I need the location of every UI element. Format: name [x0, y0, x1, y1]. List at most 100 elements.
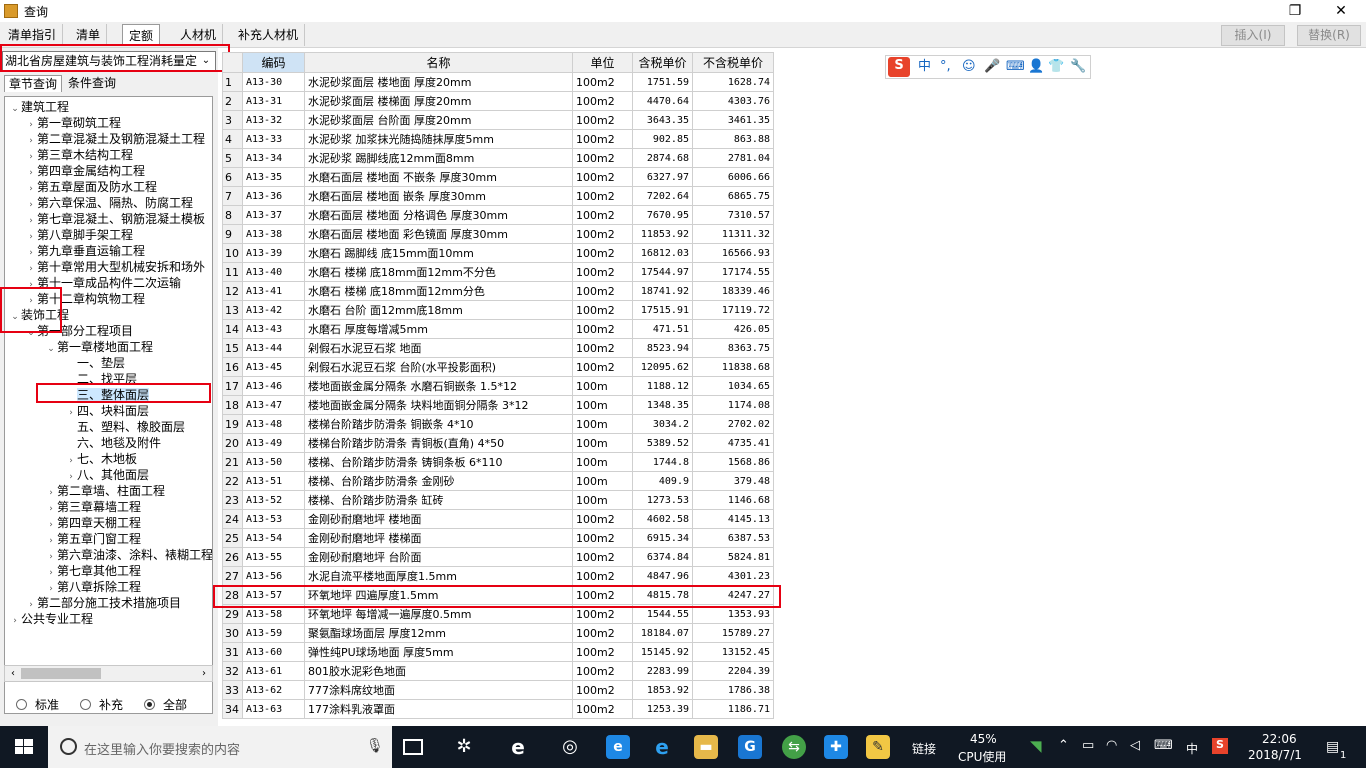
cell-code[interactable]: A13-45	[242, 357, 305, 377]
cell-notax-price[interactable]: 1628.74	[692, 72, 774, 92]
table-row[interactable]: 19 A13-48 楼梯台阶踏步防滑条 铜嵌条 4*10 100m 3034.2 2702…	[222, 414, 774, 434]
fan-app-icon[interactable]: ✲	[452, 735, 476, 759]
tab-condition-search[interactable]: 条件查询	[64, 75, 120, 92]
row-number[interactable]: 6	[222, 167, 243, 187]
cell-unit[interactable]: 100m2	[572, 72, 633, 92]
cell-unit[interactable]: 100m2	[572, 110, 633, 130]
cell-unit[interactable]: 100m2	[572, 167, 633, 187]
row-number[interactable]: 13	[222, 300, 243, 320]
browser-360-icon[interactable]: ◎	[558, 735, 582, 759]
table-row[interactable]: 8 A13-37 水磨石面层 楼地面 分格调色 厚度30mm 100m2 7670.95…	[222, 205, 774, 225]
cell-notax-price[interactable]: 1174.08	[692, 395, 774, 415]
cell-code[interactable]: A13-44	[242, 338, 305, 358]
cell-notax-price[interactable]: 1568.86	[692, 452, 774, 472]
tree-node[interactable]: › 第四章金属结构工程	[25, 163, 145, 179]
clock-time[interactable]: 22:06	[1262, 732, 1297, 746]
header-code[interactable]: 编码	[242, 52, 305, 73]
notification-icon[interactable]: ▤	[1326, 739, 1339, 755]
table-row[interactable]: 13 A13-42 水磨石 台阶 面12mm底18mm 100m2 17515.91 17…	[222, 300, 774, 320]
cell-notax-price[interactable]: 17119.72	[692, 300, 774, 320]
cell-unit[interactable]: 100m	[572, 395, 633, 415]
tree-node[interactable]: › 第十二章构筑物工程	[25, 291, 145, 307]
row-number[interactable]: 11	[222, 262, 243, 282]
ime-lang-indicator[interactable]: 中	[1186, 740, 1198, 757]
cell-tax-price[interactable]: 4470.64	[632, 91, 693, 111]
tray-up-icon[interactable]: ⌃	[1058, 738, 1069, 753]
cell-code[interactable]: A13-50	[242, 452, 305, 472]
tree-node[interactable]: › 第八章脚手架工程	[25, 227, 133, 243]
cell-notax-price[interactable]: 4735.41	[692, 433, 774, 453]
cell-notax-price[interactable]: 2204.39	[692, 661, 774, 681]
cell-notax-price[interactable]: 1786.38	[692, 680, 774, 700]
start-button[interactable]	[0, 726, 48, 768]
cell-name[interactable]: 水磨石面层 楼地面 不嵌条 厚度30mm	[304, 167, 573, 187]
cell-code[interactable]: A13-36	[242, 186, 305, 206]
row-number[interactable]: 23	[222, 490, 243, 510]
cell-notax-price[interactable]: 4301.23	[692, 566, 774, 586]
row-number[interactable]: 5	[222, 148, 243, 168]
ime-settings-icon[interactable]: 🔧	[1070, 58, 1086, 76]
table-row[interactable]: 6 A13-35 水磨石面层 楼地面 不嵌条 厚度30mm 100m2 6327.97 6…	[222, 167, 774, 187]
tree-node[interactable]: › 第九章垂直运输工程	[25, 243, 145, 259]
cell-code[interactable]: A13-61	[242, 661, 305, 681]
cell-tax-price[interactable]: 7670.95	[632, 205, 693, 225]
cell-code[interactable]: A13-40	[242, 262, 305, 282]
cell-unit[interactable]: 100m2	[572, 262, 633, 282]
internet-explorer-icon[interactable]: e	[650, 735, 674, 759]
row-number[interactable]: 8	[222, 205, 243, 225]
cell-code[interactable]: A13-33	[242, 129, 305, 149]
cell-tax-price[interactable]: 7202.64	[632, 186, 693, 206]
cell-name[interactable]: 777涂料席纹地面	[304, 680, 573, 700]
row-number[interactable]: 10	[222, 243, 243, 263]
cell-notax-price[interactable]: 15789.27	[692, 623, 774, 643]
row-number[interactable]: 24	[222, 509, 243, 529]
cell-unit[interactable]: 100m2	[572, 509, 633, 529]
tree-node[interactable]: › 第六章油漆、涂料、裱糊工程	[45, 547, 212, 563]
cell-tax-price[interactable]: 2283.99	[632, 661, 693, 681]
tree-node[interactable]: › 第二部分施工技术措施项目	[25, 595, 181, 611]
cell-tax-price[interactable]: 18184.07	[632, 623, 693, 643]
row-number[interactable]: 20	[222, 433, 243, 453]
tree-horizontal-scrollbar[interactable]: ‹ ›	[4, 665, 213, 682]
cell-code[interactable]: A13-48	[242, 414, 305, 434]
tree-node[interactable]: › 第七章混凝土、钢筋混凝土模板	[25, 211, 205, 227]
header-notax-price[interactable]: 不含税单价	[692, 52, 774, 73]
replace-button[interactable]: 替换(R)	[1297, 25, 1361, 46]
task-view-icon[interactable]	[403, 739, 423, 755]
cell-unit[interactable]: 100m	[572, 490, 633, 510]
table-row[interactable]: 31 A13-60 弹性纯PU球场地面 厚度5mm 100m2 15145.92 1315…	[222, 642, 774, 662]
cell-tax-price[interactable]: 8523.94	[632, 338, 693, 358]
cell-tax-price[interactable]: 1188.12	[632, 376, 693, 396]
cell-name[interactable]: 水泥砂浆 踢脚线底12mm面8mm	[304, 148, 573, 168]
row-number[interactable]: 2	[222, 91, 243, 111]
cell-tax-price[interactable]: 1544.55	[632, 604, 693, 624]
table-row[interactable]: 10 A13-39 水磨石 踢脚线 底15mm面10mm 100m2 16812.03 1…	[222, 243, 774, 263]
cell-code[interactable]: A13-54	[242, 528, 305, 548]
cell-notax-price[interactable]: 6387.53	[692, 528, 774, 548]
cell-tax-price[interactable]: 1253.39	[632, 699, 693, 719]
cell-unit[interactable]: 100m2	[572, 699, 633, 719]
cell-code[interactable]: A13-38	[242, 224, 305, 244]
cell-notax-price[interactable]: 3461.35	[692, 110, 774, 130]
cell-code[interactable]: A13-42	[242, 300, 305, 320]
tree-node[interactable]: ⌄ 装饰工程	[9, 307, 69, 323]
table-row[interactable]: 29 A13-58 环氧地坪 每增减一遍厚度0.5mm 100m2 1544.55 135…	[222, 604, 774, 624]
cell-unit[interactable]: 100m2	[572, 338, 633, 358]
cell-name[interactable]: 水磨石面层 楼地面 彩色镜面 厚度30mm	[304, 224, 573, 244]
cell-notax-price[interactable]: 1034.65	[692, 376, 774, 396]
cell-notax-price[interactable]: 1146.68	[692, 490, 774, 510]
ime-skin-icon[interactable]: 👕	[1048, 58, 1064, 76]
clock-date[interactable]: 2018/7/1	[1248, 748, 1302, 762]
cell-name[interactable]: 水磨石面层 楼地面 嵌条 厚度30mm	[304, 186, 573, 206]
volume-icon[interactable]: ◁	[1130, 738, 1140, 753]
cell-name[interactable]: 楼梯台阶踏步防滑条 铜嵌条 4*10	[304, 414, 573, 434]
cell-code[interactable]: A13-49	[242, 433, 305, 453]
cell-notax-price[interactable]: 863.88	[692, 129, 774, 149]
cell-unit[interactable]: 100m2	[572, 281, 633, 301]
tree-node[interactable]: ⌄ 第一部分工程项目	[25, 323, 133, 339]
cell-name[interactable]: 剁假石水泥豆石浆 地面	[304, 338, 573, 358]
cell-code[interactable]: A13-31	[242, 91, 305, 111]
cell-unit[interactable]: 100m2	[572, 585, 633, 605]
cell-tax-price[interactable]: 1744.8	[632, 452, 693, 472]
cell-name[interactable]: 水磨石 踢脚线 底15mm面10mm	[304, 243, 573, 263]
